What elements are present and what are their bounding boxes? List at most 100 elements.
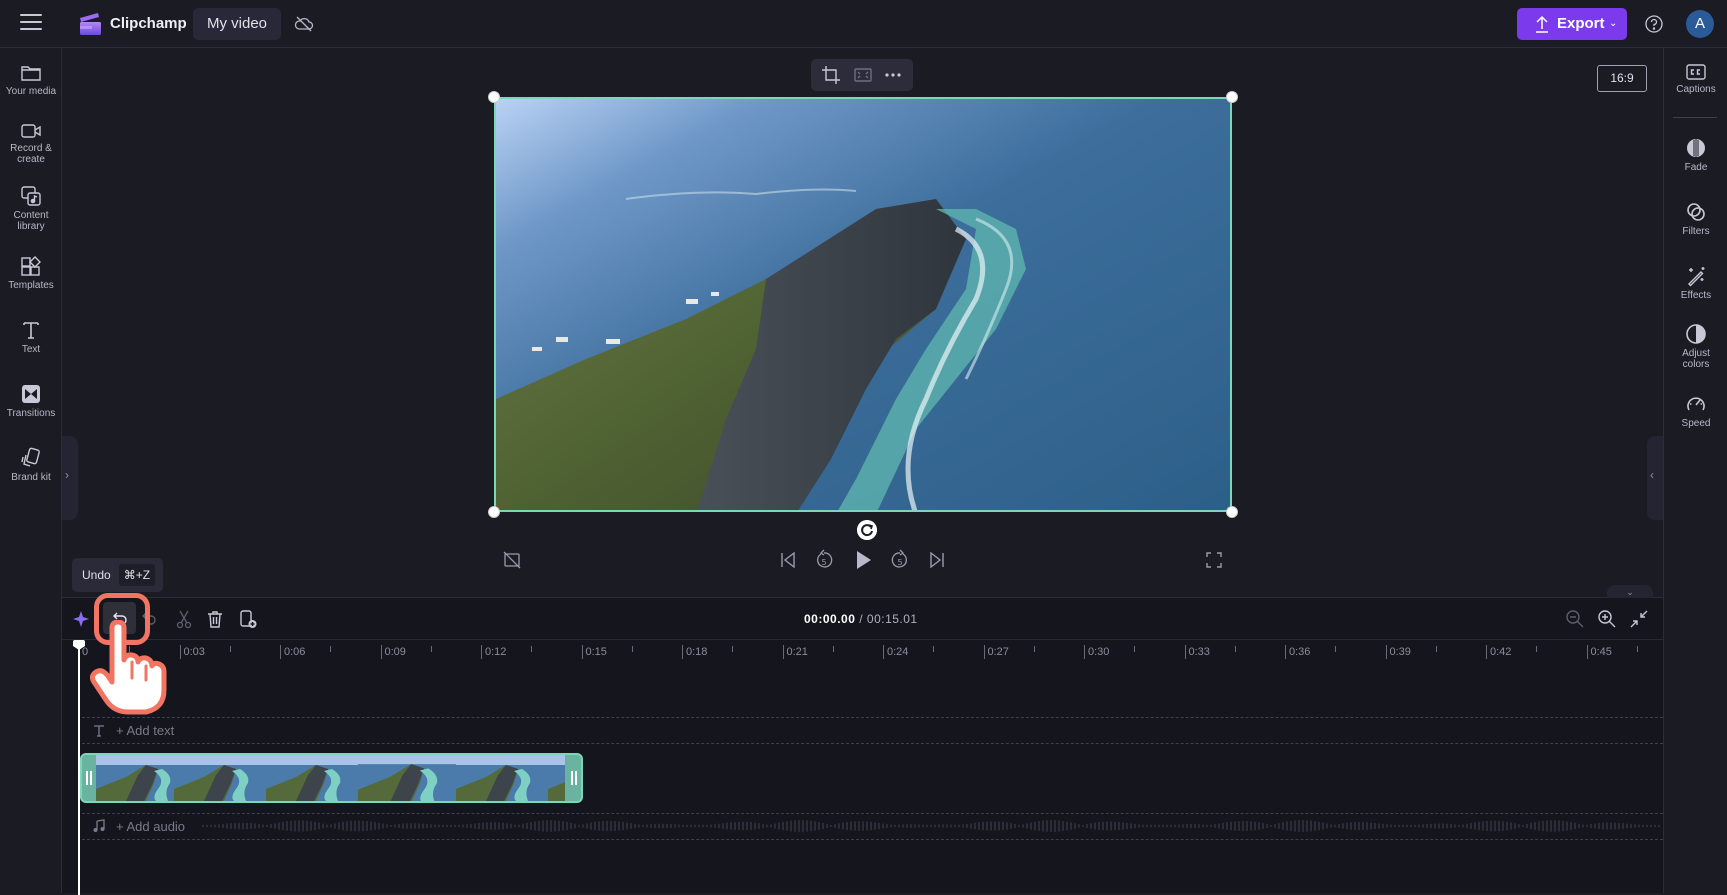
waveform-bar <box>1338 823 1340 829</box>
sidebar-item-fade[interactable]: Fade <box>1664 137 1727 173</box>
waveform-bar <box>1478 821 1480 831</box>
chevron-left-icon: ‹ <box>1650 468 1654 482</box>
waveform-bar <box>1434 823 1436 829</box>
waveform-bar <box>206 824 208 828</box>
waveform-bar <box>638 824 640 828</box>
sidebar-item-effects[interactable]: Effects <box>1664 265 1727 301</box>
waveform-bar <box>674 824 676 828</box>
waveform-bar <box>574 823 576 829</box>
zoom-in-icon[interactable] <box>1596 608 1618 630</box>
waveform-bar <box>1398 824 1400 828</box>
hide-preview-icon[interactable] <box>502 550 522 570</box>
rotate-handle-icon[interactable] <box>857 520 877 540</box>
duplicate-add-icon[interactable] <box>237 608 259 630</box>
canvas-toolbar <box>811 59 913 91</box>
waveform-bar <box>242 822 244 830</box>
add-audio-button[interactable]: + Add audio <box>116 819 185 834</box>
split-scissors-icon[interactable] <box>173 608 195 630</box>
sidebar-item-speed[interactable]: Speed <box>1664 393 1727 429</box>
waveform-bar <box>802 820 804 832</box>
sidebar-item-brand-kit[interactable]: Brand kit <box>0 447 62 483</box>
waveform-bar <box>1310 820 1312 832</box>
play-icon[interactable] <box>853 549 873 571</box>
resize-handle-top-right[interactable] <box>1226 91 1238 103</box>
waveform-bar <box>1530 822 1532 830</box>
video-clip[interactable] <box>80 753 583 803</box>
fullscreen-icon[interactable] <box>1204 550 1224 570</box>
waveform-bar <box>930 824 932 828</box>
waveform-bar <box>1202 824 1204 828</box>
more-options-icon[interactable] <box>883 65 903 85</box>
menu-icon[interactable] <box>20 14 42 32</box>
waveform-bar <box>1494 820 1496 832</box>
resize-handle-bottom-right[interactable] <box>1226 506 1238 518</box>
waveform-bar <box>822 823 824 829</box>
sidebar-item-transitions[interactable]: Transitions <box>0 383 62 419</box>
waveform-bar <box>474 823 476 829</box>
video-preview[interactable] <box>494 97 1232 512</box>
waveform-bar <box>1510 822 1512 830</box>
sidebar-item-your-media[interactable]: Your media <box>0 63 62 97</box>
waveform-bar <box>1382 823 1384 829</box>
project-name-field[interactable]: My video <box>193 8 282 40</box>
waveform-bar <box>886 824 888 828</box>
delete-trash-icon[interactable] <box>204 608 226 630</box>
waveform-bar <box>602 820 604 832</box>
expand-left-panel-button[interactable]: › <box>62 436 78 520</box>
ruler-minor-tick <box>430 646 432 652</box>
resize-handle-bottom-left[interactable] <box>488 506 500 518</box>
waveform-bar <box>1246 821 1248 831</box>
sidebar-item-record-create[interactable]: Record & create <box>0 122 62 165</box>
ruler-minor-tick <box>229 646 231 652</box>
waveform-bar <box>1602 822 1604 830</box>
waveform-bar <box>1446 823 1448 829</box>
waveform-bar <box>418 823 420 829</box>
zoom-out-icon[interactable] <box>1564 608 1586 630</box>
sidebar-item-filters[interactable]: Filters <box>1664 201 1727 237</box>
sidebar-item-content-library[interactable]: Content library <box>0 185 62 232</box>
waveform-bar <box>1554 820 1556 832</box>
add-text-button[interactable]: + Add text <box>116 723 174 738</box>
waveform-bar <box>226 823 228 829</box>
fit-icon[interactable] <box>853 65 873 85</box>
avatar[interactable]: A <box>1686 10 1714 38</box>
crop-icon[interactable] <box>821 65 841 85</box>
cloud-off-icon[interactable] <box>294 14 314 34</box>
waveform-bar <box>922 824 924 828</box>
clip-trim-handle-right[interactable] <box>571 771 577 785</box>
ruler-minor-tick <box>330 646 331 652</box>
waveform-bar <box>298 820 300 832</box>
waveform-bar <box>254 823 256 829</box>
timeline-ruler[interactable]: 0 0:03 0:06 0:09 0:12 0:15 0:18 0:21 0:24 0:27 0:3… <box>62 640 1663 664</box>
skip-to-end-icon[interactable] <box>927 550 947 570</box>
text-track-icon <box>94 725 104 737</box>
sidebar-item-templates[interactable]: Templates <box>0 255 62 291</box>
adjust-colors-icon <box>1686 324 1706 344</box>
sidebar-item-captions[interactable]: Captions <box>1664 63 1727 95</box>
content-library-icon <box>21 186 41 206</box>
sidebar-item-text[interactable]: Text <box>0 319 62 355</box>
export-label: Export <box>1557 15 1605 32</box>
waveform-bar <box>1166 824 1168 828</box>
rewind-5s-icon[interactable]: 5 <box>814 549 834 571</box>
skip-to-start-icon[interactable] <box>778 550 798 570</box>
clip-trim-handle-left[interactable] <box>86 771 92 785</box>
help-icon[interactable] <box>1644 14 1664 34</box>
waveform-bar <box>1534 822 1536 830</box>
sidebar-item-adjust-colors[interactable]: Adjust colors <box>1664 323 1727 370</box>
resize-handle-top-left[interactable] <box>488 91 500 103</box>
aspect-ratio-button[interactable]: 16:9 <box>1597 65 1647 92</box>
waveform-bar <box>666 823 668 829</box>
waveform-bar <box>650 824 652 828</box>
waveform-bar <box>1610 822 1612 830</box>
collapse-preview-button[interactable]: ⌄ <box>1607 585 1653 599</box>
export-button[interactable]: Export ⌄ <box>1517 8 1627 40</box>
expand-right-panel-button[interactable]: ‹ <box>1647 436 1663 520</box>
track-divider <box>82 743 1663 744</box>
ai-sparkle-icon[interactable] <box>70 608 92 630</box>
fit-timeline-icon[interactable] <box>1628 608 1650 630</box>
forward-5s-icon[interactable]: 5 <box>890 549 910 571</box>
waveform-bar <box>234 822 236 830</box>
chevron-down-icon: ⌄ <box>1609 18 1618 29</box>
waveform-bar <box>1630 823 1632 829</box>
